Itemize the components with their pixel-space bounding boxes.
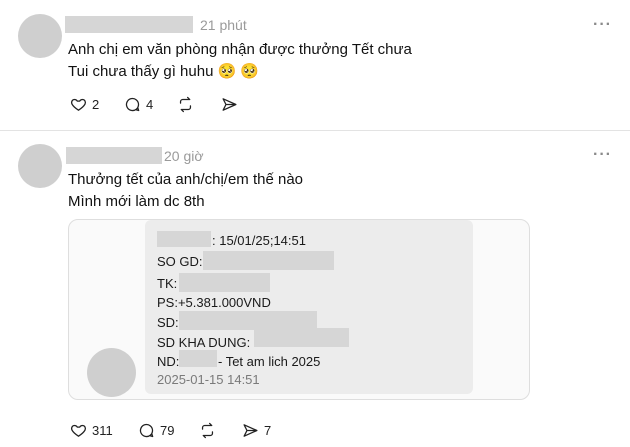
- redacted-field: [254, 328, 349, 347]
- like-button[interactable]: 311: [70, 422, 113, 439]
- receipt-date: : 15/01/25;14:51: [212, 233, 306, 248]
- more-options-icon[interactable]: ···: [593, 146, 612, 164]
- redacted-field: [179, 273, 270, 292]
- redacted-field: [179, 350, 217, 367]
- post-text-line: Thưởng tết của anh/chị/em thế nào: [68, 171, 304, 188]
- receipt-timestamp: 2025-01-15 14:51: [157, 372, 260, 387]
- receipt-nd-label: ND:: [157, 354, 180, 369]
- send-button[interactable]: 7: [242, 422, 271, 439]
- comment-icon: [139, 423, 154, 438]
- post-time: 21 phút: [200, 17, 247, 33]
- share-count: 7: [264, 423, 272, 438]
- comment-button[interactable]: 4: [124, 96, 153, 113]
- repost-button[interactable]: [177, 96, 194, 113]
- receipt-ps: PS:+5.381.000VND: [157, 295, 271, 310]
- username-redacted[interactable]: [65, 16, 193, 33]
- image-avatar: [87, 348, 136, 397]
- post-text-line: Tui chưa thấy gì huhu 🥺 🥺: [68, 63, 260, 80]
- comment-icon: [125, 97, 140, 112]
- more-options-icon[interactable]: ···: [593, 16, 612, 34]
- like-count: 311: [92, 423, 113, 438]
- receipt-nd-text: - Tet am lich 2025: [218, 354, 321, 369]
- receipt-so-gd-label: SO GD:: [157, 254, 203, 269]
- receipt-sd-kha-dung-label: SD KHA DUNG:: [157, 335, 251, 350]
- send-icon: [243, 424, 258, 437]
- post-text-line: Anh chị em văn phòng nhận được thưởng Tế…: [68, 41, 412, 58]
- redacted-field: [157, 231, 211, 247]
- post-text-line: Mình mới làm dc 8th: [68, 193, 205, 210]
- post-time: 20 giờ: [164, 148, 204, 164]
- redacted-field: [203, 251, 334, 270]
- repost-icon: [201, 422, 214, 439]
- username-redacted[interactable]: [66, 147, 162, 164]
- avatar[interactable]: [18, 14, 62, 58]
- like-count: 2: [92, 97, 100, 112]
- heart-icon: [70, 98, 87, 111]
- repost-icon: [179, 96, 192, 113]
- like-button[interactable]: 2: [70, 96, 99, 113]
- send-icon: [222, 98, 237, 111]
- receipt-tk-label: TK:: [157, 276, 178, 291]
- comment-button[interactable]: 79: [138, 422, 174, 439]
- repost-button[interactable]: [199, 422, 216, 439]
- heart-icon: [70, 424, 87, 437]
- comment-count: 79: [160, 423, 175, 438]
- avatar[interactable]: [18, 144, 62, 188]
- receipt-sd-label: SD:: [157, 315, 179, 330]
- post-divider: [0, 130, 630, 131]
- attached-image[interactable]: : 15/01/25;14:51 SO GD: TK: PS:+5.381.00…: [68, 219, 530, 400]
- send-button[interactable]: [221, 96, 238, 113]
- comment-count: 4: [146, 97, 154, 112]
